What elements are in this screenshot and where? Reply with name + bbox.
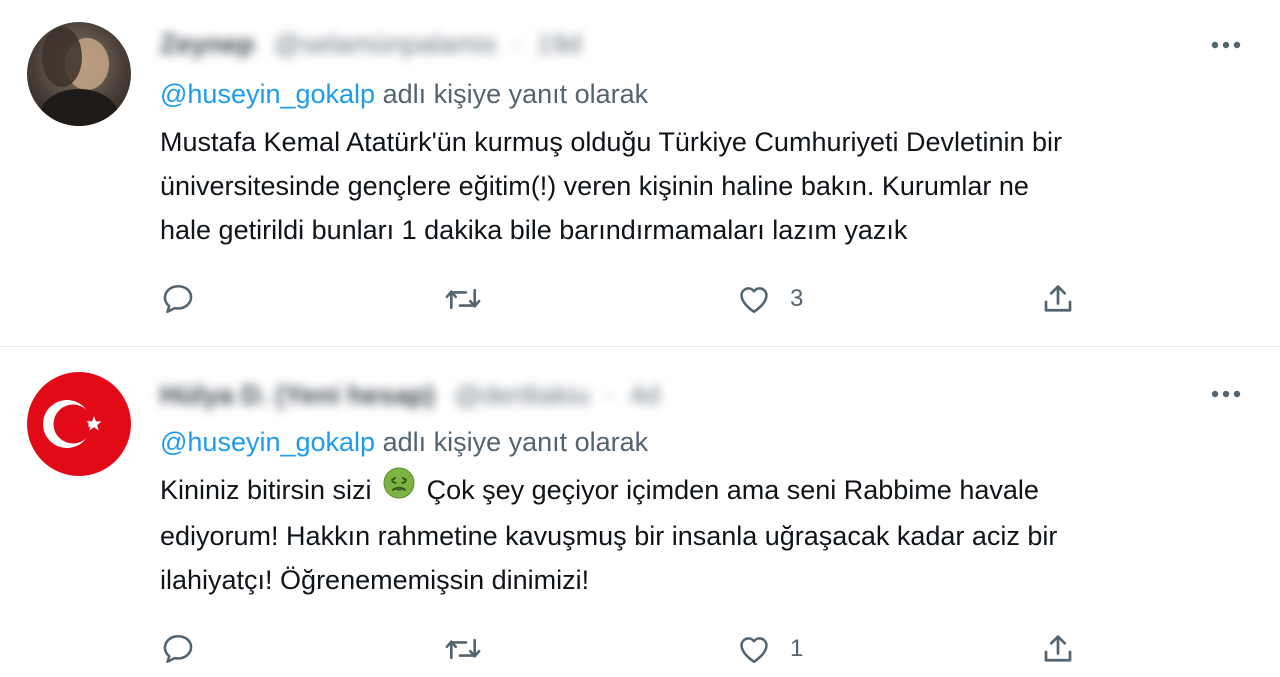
tweet-text-segment: Çok şey geçiyor içimden ama seni Rabbime… (426, 475, 1039, 505)
share-icon (1044, 635, 1072, 662)
reply-icon (163, 284, 193, 314)
more-icon (1211, 390, 1241, 398)
share-button[interactable] (1040, 279, 1076, 319)
tweet-text-line: hale getirildi bunları 1 dakika bile bar… (160, 215, 908, 245)
like-button[interactable]: 1 (736, 629, 803, 669)
tweet-text-line: Mustafa Kemal Atatürk'ün kurmuş olduğu T… (160, 127, 1063, 157)
retweet-button[interactable] (444, 279, 500, 319)
tweet-text-line: Kininiz bitirsin sizi Çok şey geçiyor iç… (160, 467, 1260, 514)
author-name: Hülya D. (Yeni hesap) (160, 379, 435, 410)
tweet-text-line: ilahiyatçı! Öğrenememişsin dinimizi! (160, 565, 590, 596)
like-count: 1 (790, 635, 804, 662)
share-icon (1044, 285, 1072, 312)
retweet-button[interactable] (444, 629, 500, 669)
like-icon (740, 637, 768, 664)
tweet-actions: 1 (160, 629, 1080, 669)
reply-button[interactable] (160, 279, 214, 319)
tweet-author-header[interactable]: Hülya D. (Yeni hesap) @dertliakiu · 4d (160, 373, 660, 417)
tweet-time: 4d (629, 379, 660, 410)
replying-to: @huseyin_gokalp adlı kişiye yanıt olarak (160, 424, 648, 460)
like-button[interactable]: 3 (736, 279, 803, 319)
tweet-time: 19d (536, 28, 582, 59)
more-icon (1211, 41, 1241, 49)
retweet-icon (445, 288, 481, 310)
separator-dot: · (512, 28, 522, 59)
tweet[interactable]: Zeynep @selamünpalamis · 19d @huseyin_go… (0, 0, 1280, 347)
avatar[interactable] (27, 22, 131, 126)
tweet-text-segment: Kininiz bitirsin sizi (160, 475, 372, 505)
tweet-text: Kininiz bitirsin sizi Çok şey geçiyor iç… (160, 467, 1260, 602)
tweet[interactable]: Hülya D. (Yeni hesap) @dertliakiu · 4d @… (0, 347, 1280, 677)
mention-link[interactable]: @huseyin_gokalp (160, 427, 375, 457)
reply-button[interactable] (160, 629, 214, 669)
tweet-author-header[interactable]: Zeynep @selamünpalamis · 19d (160, 22, 582, 66)
replying-to: @huseyin_gokalp adlı kişiye yanıt olarak (160, 76, 648, 112)
replying-to-label: adlı kişiye yanıt olarak (375, 427, 649, 457)
like-icon (740, 287, 768, 314)
avatar[interactable] (27, 372, 131, 476)
tweet-text: Mustafa Kemal Atatürk'ün kurmuş olduğu T… (160, 120, 1260, 252)
author-blurred: Zeynep @selamünpalamis · 19d (160, 29, 582, 60)
share-button[interactable] (1040, 629, 1076, 669)
replying-to-label: adlı kişiye yanıt olarak (375, 79, 649, 109)
author-name: Zeynep (160, 28, 255, 59)
more-button[interactable] (1206, 379, 1246, 409)
tweet-actions: 3 (160, 279, 1080, 319)
like-count: 3 (790, 285, 804, 312)
more-button[interactable] (1206, 30, 1246, 60)
separator-dot: · (605, 379, 615, 410)
retweet-icon (445, 638, 481, 660)
turkish-flag-avatar (27, 372, 131, 476)
mention-link[interactable]: @huseyin_gokalp (160, 79, 375, 109)
author-handle: @dertliakiu (454, 379, 590, 410)
nauseated-face-icon (383, 467, 415, 512)
author-handle: @selamünpalamis (274, 28, 497, 59)
tweet-text-line: üniversitesinde gençlere eğitim(!) veren… (160, 171, 1029, 201)
reply-icon (163, 634, 193, 664)
avatar-photo (27, 22, 131, 126)
author-blurred: Hülya D. (Yeni hesap) @dertliakiu · 4d (160, 380, 660, 411)
tweet-text-line: ediyorum! Hakkın rahmetine kavuşmuş bir … (160, 521, 1058, 552)
